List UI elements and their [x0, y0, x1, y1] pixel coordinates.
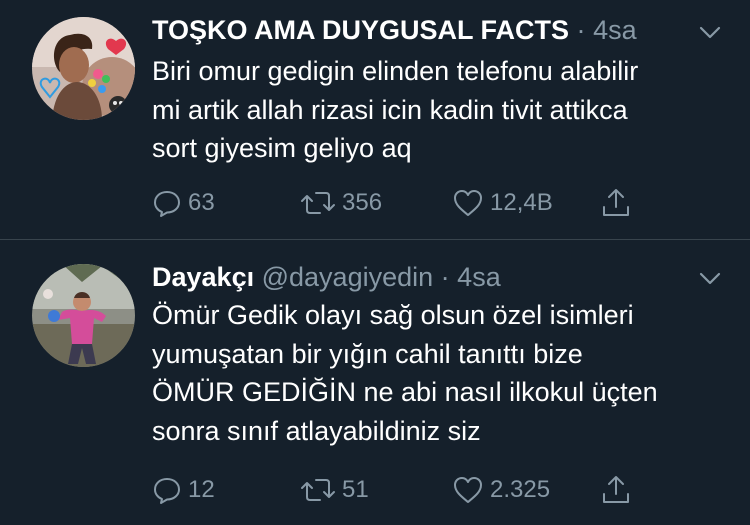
tweet-actions: 63 356 12,4B	[152, 186, 712, 220]
tweet-text-line: Biri omur gedigin elinden telefonu alabi…	[152, 56, 639, 86]
chevron-down-icon	[699, 272, 721, 285]
retweet-icon	[301, 192, 335, 214]
tweet-menu-button[interactable]	[698, 266, 722, 290]
reply-icon	[154, 478, 180, 504]
display-name[interactable]: TOŞKO AMA DUYGUSAL FACTS	[152, 15, 569, 45]
reply-icon	[154, 191, 180, 217]
like-button[interactable]: 2.325	[452, 473, 550, 507]
tweet-text-line: ÖMÜR GEDİĞİN ne abi nasıl ilkokul üçten	[152, 377, 658, 407]
like-count: 12,4B	[490, 189, 553, 216]
avatar-image	[32, 17, 135, 120]
retweet-button[interactable]: 51	[300, 473, 369, 507]
share-button[interactable]	[600, 186, 638, 220]
tweet-header: Dayakçı @dayagiyedin · 4sa	[152, 261, 690, 293]
tweet-text-line: sonra sınıf atlayabildiniz siz	[152, 415, 481, 446]
tweet-text: Biri omur gedigin elinden telefonu alabi…	[152, 52, 722, 168]
share-icon	[603, 189, 629, 216]
tweet[interactable]: TOŞKO AMA DUYGUSAL FACTS · 4sa Biri omur…	[0, 0, 750, 239]
tweet-text-line: sort giyesim geliyo aq	[152, 133, 412, 163]
tweet-text: Ömür Gedik olayı sağ olsun özel isimleri…	[152, 296, 722, 450]
retweet-button[interactable]: 356	[300, 186, 382, 220]
reply-button[interactable]: 12	[152, 473, 215, 507]
tweet-menu-button[interactable]	[698, 20, 722, 44]
tweet-text-line: mi artik allah rizasi icin kadin tivit a…	[152, 94, 628, 125]
tweet-header: TOŞKO AMA DUYGUSAL FACTS · 4sa	[152, 14, 690, 46]
reply-count: 12	[188, 476, 215, 503]
separator-dot: ·	[440, 262, 450, 292]
display-name[interactable]: Dayakçı	[152, 262, 254, 292]
retweet-count: 356	[342, 189, 383, 216]
heart-icon	[454, 190, 482, 216]
reply-count: 63	[188, 189, 215, 216]
separator-dot: ·	[576, 15, 586, 45]
share-button[interactable]	[600, 473, 638, 507]
tweet-actions: 12 51 2.325	[152, 473, 712, 507]
timeline: TOŞKO AMA DUYGUSAL FACTS · 4sa Biri omur…	[0, 0, 750, 525]
user-handle[interactable]: @dayagiyedin	[262, 262, 434, 292]
share-icon	[603, 476, 629, 503]
chevron-down-icon	[699, 26, 721, 39]
heart-icon	[454, 477, 482, 503]
tweet-text-line: Ömür Gedik olayı sağ olsun özel isimleri	[152, 300, 634, 330]
avatar[interactable]	[32, 17, 135, 120]
retweet-icon	[301, 479, 335, 501]
like-count: 2.325	[490, 476, 551, 503]
timestamp[interactable]: 4sa	[593, 15, 637, 45]
like-button[interactable]: 12,4B	[452, 186, 553, 220]
avatar[interactable]	[32, 264, 135, 367]
reply-button[interactable]: 63	[152, 186, 215, 220]
avatar-image	[32, 264, 135, 367]
tweet[interactable]: Dayakçı @dayagiyedin · 4sa Ömür Gedik ol…	[0, 240, 750, 525]
tweet-text-line: yumuşatan bir yığın cahil tanıttı bize	[152, 338, 583, 369]
timestamp[interactable]: 4sa	[457, 262, 501, 292]
retweet-count: 51	[342, 476, 369, 503]
